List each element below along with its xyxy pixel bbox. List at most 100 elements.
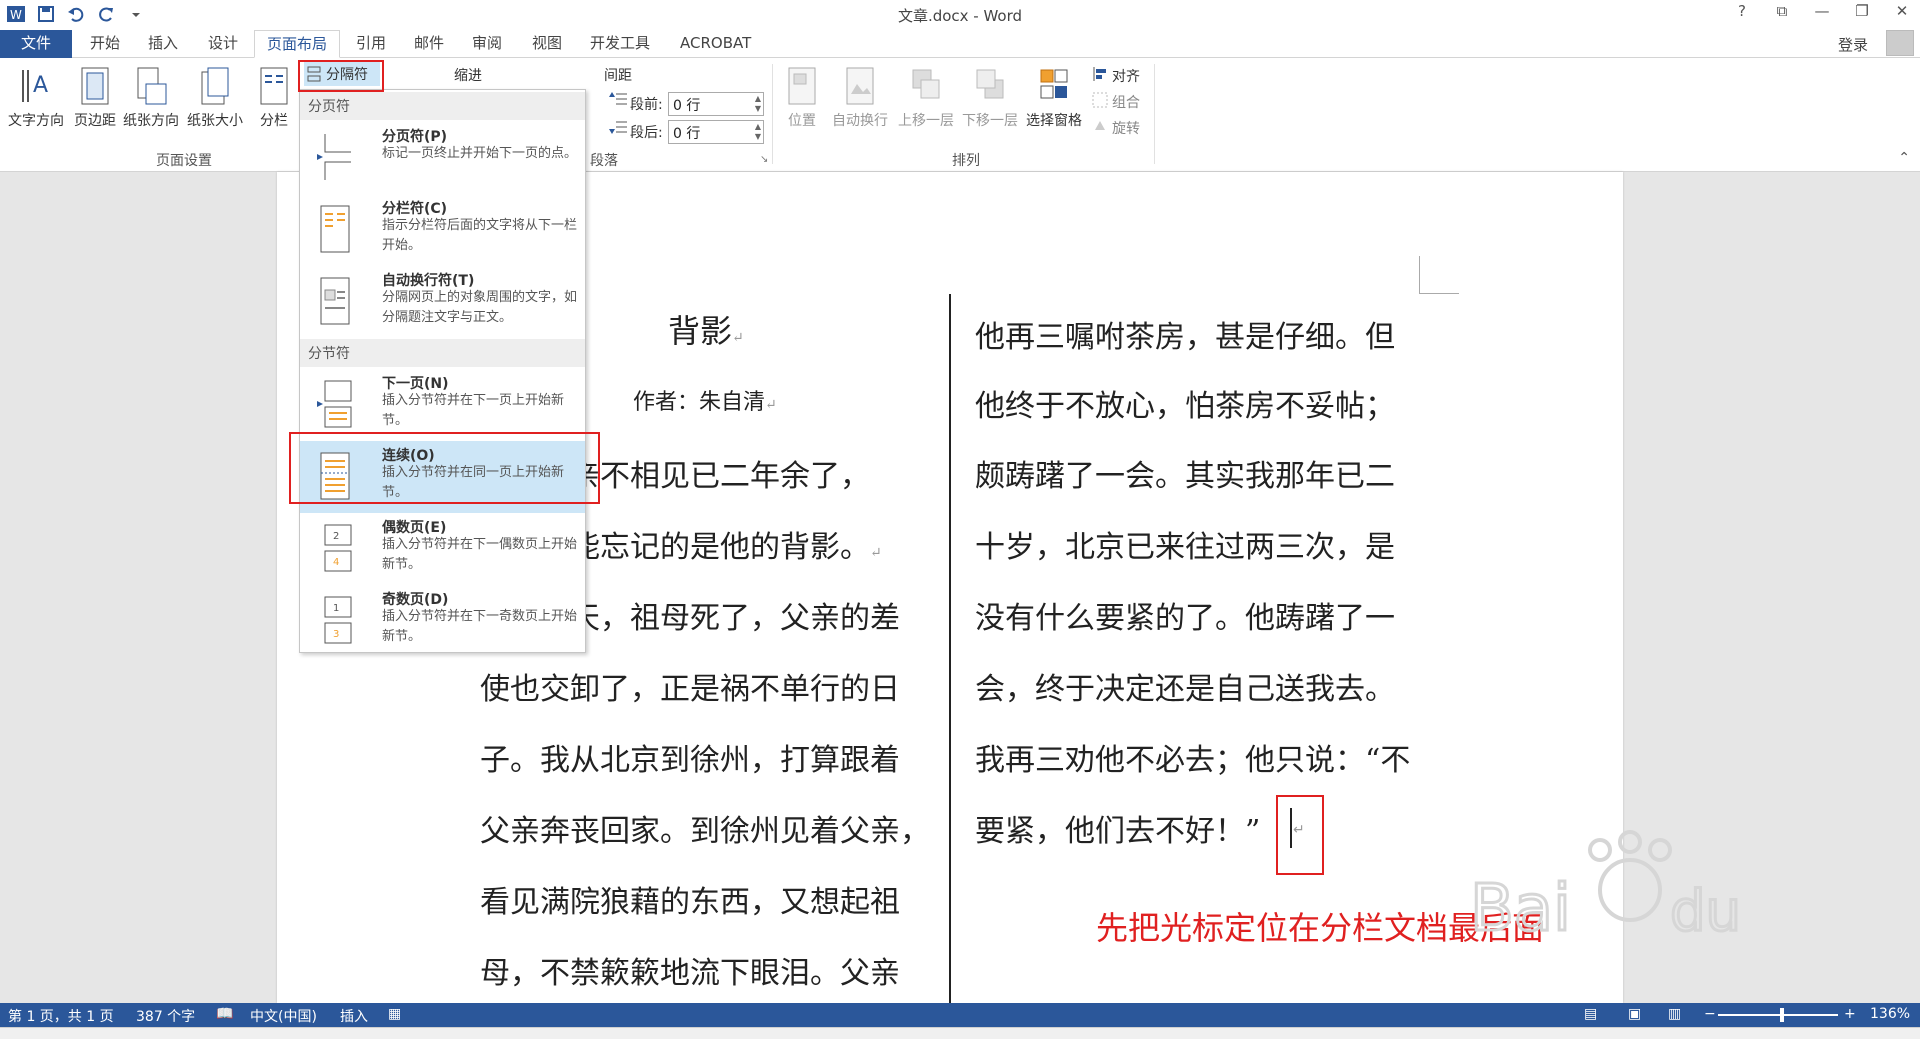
read-mode-icon[interactable]: ▤ bbox=[1584, 1006, 1597, 1022]
tab-insert[interactable]: 插入 bbox=[136, 30, 190, 58]
wrap-text-button[interactable]: 自动换行 bbox=[828, 66, 892, 130]
tab-home[interactable]: 开始 bbox=[78, 30, 132, 58]
tab-review[interactable]: 审阅 bbox=[460, 30, 514, 58]
tab-developer[interactable]: 开发工具 bbox=[578, 30, 662, 58]
language[interactable]: 中文(中国) bbox=[250, 1006, 317, 1026]
tab-mailings[interactable]: 邮件 bbox=[402, 30, 456, 58]
macro-icon[interactable]: ▦ bbox=[388, 1006, 401, 1022]
odd-page-title: 奇数页(D) bbox=[382, 592, 449, 608]
orientation-label: 纸张方向 bbox=[123, 113, 179, 129]
bring-forward-label: 上移一层 bbox=[898, 113, 954, 129]
left-column-line: 父亲奔丧回家。到徐州见着父亲， bbox=[480, 814, 930, 849]
paragraph-launcher-icon[interactable]: ↘ bbox=[760, 154, 768, 165]
ribbon-tabs: 文件 开始 插入 设计 页面布局 引用 邮件 审阅 视图 开发工具 ACROBA… bbox=[0, 28, 1920, 58]
margins-button[interactable]: 页边距 bbox=[70, 66, 120, 130]
text-direction-button[interactable]: A 文字方向 bbox=[4, 66, 68, 130]
minimize-button[interactable]: — bbox=[1810, 2, 1834, 20]
text-wrapping-break-icon bbox=[320, 277, 350, 325]
continuous-highlight-box bbox=[289, 432, 600, 504]
ribbon-display-button[interactable]: ⧉ bbox=[1770, 2, 1794, 20]
margins-label: 页边距 bbox=[74, 113, 116, 129]
document-author: 作者：朱自清↵ bbox=[633, 384, 777, 416]
proofing-icon[interactable]: 📖 bbox=[216, 1006, 233, 1022]
tab-view[interactable]: 视图 bbox=[520, 30, 574, 58]
odd-page-icon: 13 bbox=[324, 596, 352, 644]
spacing-label: 间距 bbox=[604, 68, 632, 84]
svg-text:1: 1 bbox=[333, 603, 339, 614]
rotate-button[interactable]: 旋转 bbox=[1112, 118, 1140, 138]
spacing-before-label: 段前: bbox=[630, 97, 663, 113]
selection-pane-button[interactable]: 选择窗格 bbox=[1022, 66, 1086, 130]
spacing-after-input[interactable]: 0 行 bbox=[668, 120, 764, 144]
position-button[interactable]: 位置 bbox=[780, 66, 824, 130]
even-page-desc: 插入分节符并在下一偶数页上开始新节。 bbox=[382, 537, 578, 572]
send-backward-icon bbox=[976, 69, 1004, 99]
next-page-item[interactable]: 下一页(N) 插入分节符并在下一页上开始新节。 bbox=[300, 369, 585, 441]
zoom-in-icon[interactable]: + bbox=[1844, 1006, 1856, 1022]
page-setup-group-label: 页面设置 bbox=[156, 153, 212, 169]
column-break-title: 分栏符(C) bbox=[382, 201, 448, 217]
column-break-item[interactable]: 分栏符(C) 指示分栏符后面的文字将从下一栏开始。 bbox=[300, 194, 585, 266]
columns-button[interactable]: 分栏 bbox=[254, 66, 294, 130]
page-break-icon bbox=[317, 134, 351, 180]
even-page-title: 偶数页(E) bbox=[382, 520, 447, 536]
status-bar: 第 1 页，共 1 页 387 个字 📖 中文(中国) 插入 ▦ ▤ ▣ ▥ −… bbox=[0, 1003, 1920, 1027]
odd-page-desc: 插入分节符并在下一奇数页上开始新节。 bbox=[382, 609, 578, 644]
group-button[interactable]: 组合 bbox=[1112, 92, 1140, 112]
paragraph-mark-icon: ↵ bbox=[765, 397, 777, 413]
breaks-dropdown-menu: 分页符 分页符(P) 标记一页终止并开始下一页的点。 分栏符(C) 指示分栏符后… bbox=[299, 89, 586, 653]
tab-acrobat[interactable]: ACROBAT bbox=[668, 30, 763, 58]
zoom-slider-thumb[interactable] bbox=[1780, 1008, 1784, 1022]
orientation-button[interactable]: 纸张方向 bbox=[120, 66, 182, 130]
paragraph-group-label: 段落 bbox=[590, 153, 618, 169]
wrap-text-label: 自动换行 bbox=[832, 113, 888, 129]
position-label: 位置 bbox=[788, 113, 816, 129]
position-icon bbox=[788, 67, 816, 105]
web-layout-icon[interactable]: ▥ bbox=[1668, 1006, 1681, 1022]
wrap-text-icon bbox=[846, 67, 874, 105]
tab-references[interactable]: 引用 bbox=[344, 30, 398, 58]
document-title-text: 背影 bbox=[668, 312, 733, 350]
svg-text:du: du bbox=[1670, 879, 1741, 944]
right-column-line: 要紧，他们去不好！” bbox=[975, 814, 1261, 849]
page-count[interactable]: 第 1 页，共 1 页 bbox=[8, 1006, 114, 1026]
restore-button[interactable]: ❐ bbox=[1850, 2, 1874, 20]
zoom-out-icon[interactable]: − bbox=[1704, 1006, 1716, 1022]
size-button[interactable]: 纸张大小 bbox=[184, 66, 246, 130]
right-column-line: 十岁，北京已来往过两三次，是 bbox=[975, 530, 1395, 565]
size-label: 纸张大小 bbox=[187, 113, 243, 129]
right-column-line: 会，终于决定还是自己送我去。 bbox=[975, 672, 1395, 707]
ribbon-body: A 文字方向 页边距 纸张方向 纸张大小 分栏 分隔符 页面设置 缩进 间距 段… bbox=[0, 58, 1920, 172]
print-layout-icon[interactable]: ▣ bbox=[1628, 1006, 1641, 1022]
svg-text:3: 3 bbox=[333, 629, 339, 640]
spacing-after-icon bbox=[609, 121, 627, 134]
help-button[interactable]: ? bbox=[1730, 2, 1754, 20]
tab-file[interactable]: 文件 bbox=[0, 30, 72, 58]
collapse-ribbon-icon[interactable]: ⌃ bbox=[1898, 150, 1910, 166]
spacing-after-label: 段后: bbox=[630, 125, 663, 141]
page-break-item[interactable]: 分页符(P) 标记一页终止并开始下一页的点。 bbox=[300, 122, 585, 194]
even-page-icon: 24 bbox=[324, 524, 352, 572]
word-count[interactable]: 387 个字 bbox=[136, 1006, 195, 1026]
odd-page-item[interactable]: 13 奇数页(D) 插入分节符并在下一奇数页上开始新节。 bbox=[300, 585, 585, 657]
align-button[interactable]: 对齐 bbox=[1112, 66, 1140, 86]
avatar[interactable] bbox=[1886, 30, 1914, 56]
zoom-level[interactable]: 136% bbox=[1870, 1006, 1910, 1022]
svg-text:2: 2 bbox=[333, 531, 339, 542]
text-direction-label: 文字方向 bbox=[8, 113, 64, 129]
left-column-line: 子。我从北京到徐州，打算跟着 bbox=[480, 743, 900, 778]
zoom-slider[interactable] bbox=[1718, 1014, 1838, 1016]
columns-icon bbox=[260, 67, 288, 105]
orientation-icon bbox=[137, 67, 167, 105]
login-link[interactable]: 登录 bbox=[1838, 34, 1868, 55]
insert-mode[interactable]: 插入 bbox=[340, 1006, 368, 1026]
even-page-item[interactable]: 24 偶数页(E) 插入分节符并在下一偶数页上开始新节。 bbox=[300, 513, 585, 585]
spacing-before-input[interactable]: 0 行 bbox=[668, 92, 764, 116]
text-wrapping-break-item[interactable]: 自动换行符(T) 分隔网页上的对象周围的文字，如分隔题注文字与正文。 bbox=[300, 266, 585, 338]
bring-forward-button[interactable]: 上移一层 bbox=[894, 66, 958, 130]
indent-label: 缩进 bbox=[454, 68, 482, 84]
close-button[interactable]: ✕ bbox=[1890, 2, 1914, 20]
tab-design[interactable]: 设计 bbox=[196, 30, 250, 58]
tab-page-layout[interactable]: 页面布局 bbox=[254, 30, 341, 58]
send-backward-button[interactable]: 下移一层 bbox=[958, 66, 1022, 130]
